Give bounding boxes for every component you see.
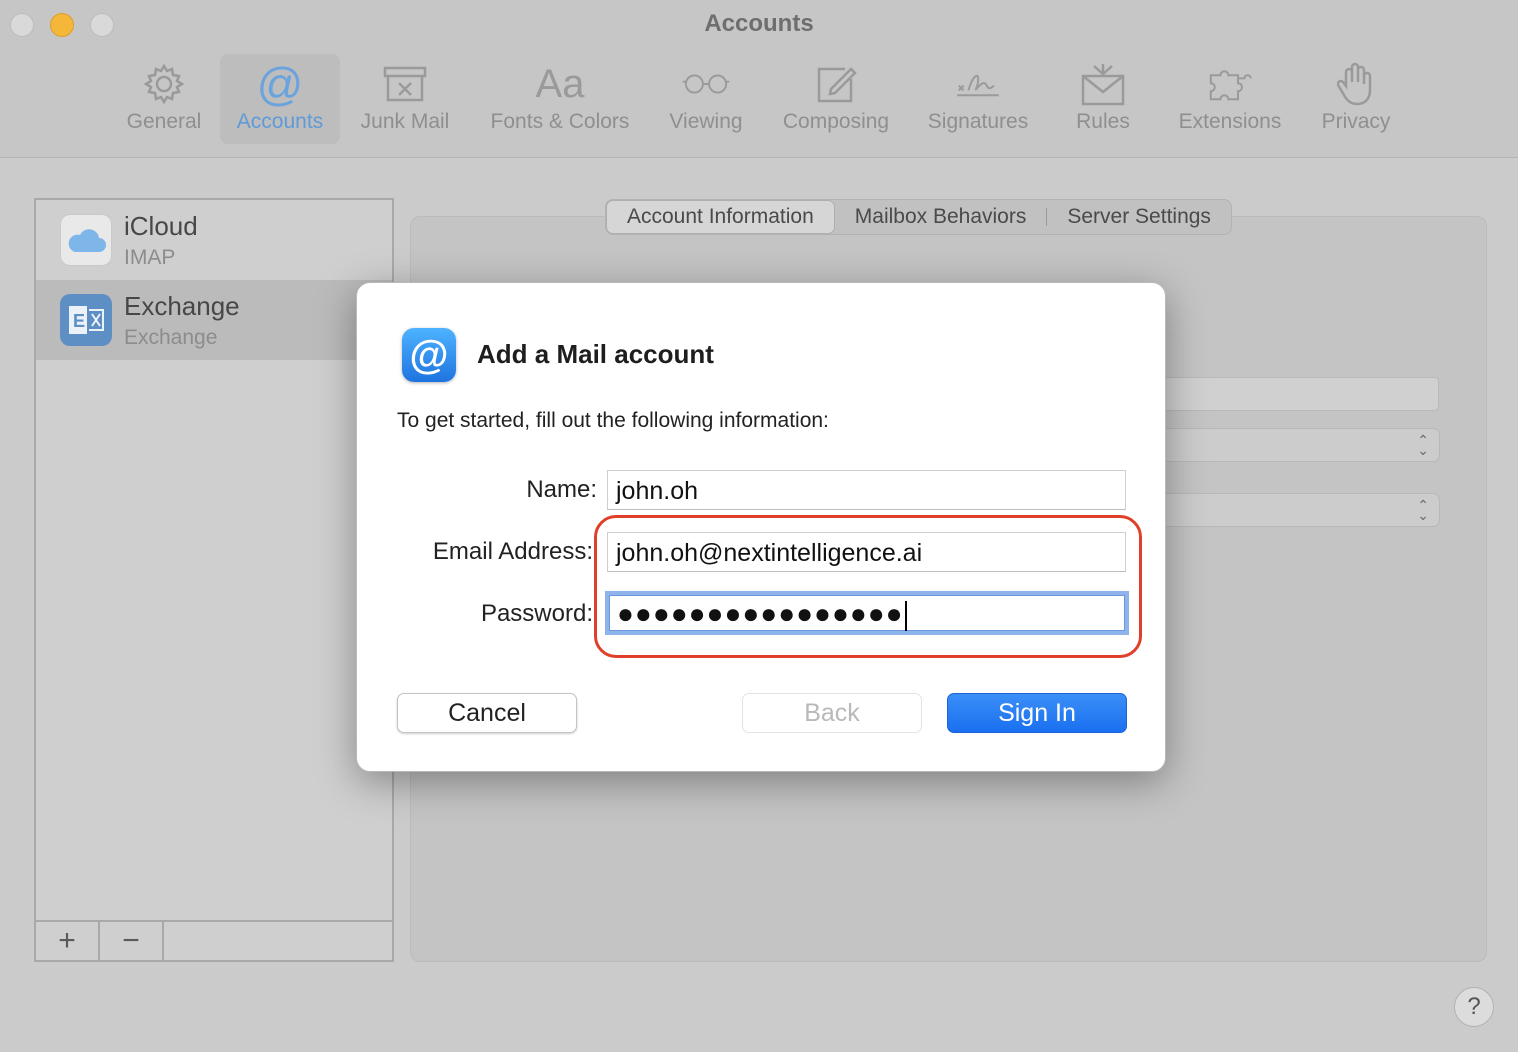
gear-icon [140, 62, 188, 106]
toolbar-privacy[interactable]: Privacy [1300, 54, 1412, 144]
add-mail-account-dialog: @ Add a Mail account To get started, fil… [356, 282, 1166, 772]
mail-at-icon: @ [402, 328, 456, 382]
accounts-list: iCloud IMAP E Exchange Exchange + − [34, 198, 394, 962]
tab-server-settings[interactable]: Server Settings [1047, 200, 1231, 234]
detail-text-field[interactable] [1150, 377, 1439, 411]
puzzle-icon [1206, 62, 1254, 106]
toolbar-label: Fonts & Colors [490, 110, 630, 133]
title-bar: Accounts General @ Accounts Junk Mail Aa… [0, 0, 1518, 158]
toolbar-label: Accounts [236, 110, 324, 133]
toolbar-composing[interactable]: Composing [762, 54, 910, 144]
back-button[interactable]: Back [742, 693, 922, 733]
account-item-icloud[interactable]: iCloud IMAP [36, 200, 392, 280]
toolbar-rules[interactable]: Rules [1046, 54, 1160, 144]
updown-chevron-icon: ⌃ ⌄ [1417, 432, 1429, 458]
tab-account-information[interactable]: Account Information [606, 200, 835, 234]
sidebar-footer: + − [36, 920, 392, 960]
toolbar-label: Rules [1076, 110, 1130, 133]
account-name: iCloud [124, 210, 198, 241]
name-label: Name: [526, 476, 597, 503]
name-field[interactable]: john.oh [607, 470, 1126, 510]
toolbar-label: Privacy [1321, 110, 1391, 133]
sign-in-button[interactable]: Sign In [947, 693, 1127, 733]
font-aa-icon: Aa [535, 61, 585, 106]
junk-tray-icon [381, 62, 429, 106]
account-type: Exchange [124, 325, 218, 349]
signature-icon [954, 62, 1002, 106]
preferences-toolbar: General @ Accounts Junk Mail Aa Fonts & … [108, 54, 1412, 146]
toolbar-viewing[interactable]: Viewing [650, 54, 762, 144]
help-button[interactable]: ? [1454, 987, 1494, 1027]
detail-select[interactable]: ⌃ ⌄ [1150, 428, 1440, 462]
remove-account-button[interactable]: − [100, 922, 164, 960]
toolbar-signatures[interactable]: Signatures [910, 54, 1046, 144]
compose-icon [812, 62, 860, 106]
toolbar-fonts-colors[interactable]: Aa Fonts & Colors [470, 54, 650, 144]
svg-text:E: E [73, 311, 85, 331]
hand-icon [1332, 62, 1380, 106]
exchange-icon: E [60, 294, 112, 346]
toolbar-label: Composing [782, 110, 890, 133]
toolbar-label: Signatures [927, 110, 1029, 133]
dialog-subtitle: To get started, fill out the following i… [397, 409, 829, 432]
toolbar-label: Extensions [1178, 110, 1282, 133]
tab-mailbox-behaviors[interactable]: Mailbox Behaviors [835, 200, 1047, 234]
toolbar-label: Viewing [669, 110, 743, 133]
toolbar-label: General [126, 110, 202, 133]
dialog-title: Add a Mail account [477, 339, 714, 369]
account-tabs: Account Information Mailbox Behaviors Se… [605, 199, 1232, 235]
password-label: Password: [480, 600, 593, 627]
account-type: IMAP [124, 245, 176, 269]
account-item-exchange[interactable]: E Exchange Exchange [36, 280, 392, 360]
detail-select[interactable]: ⌃ ⌄ [1150, 493, 1440, 527]
annotation-highlight [594, 515, 1142, 658]
toolbar-junk-mail[interactable]: Junk Mail [340, 54, 470, 144]
glasses-icon [682, 62, 730, 106]
account-name: Exchange [124, 290, 240, 321]
icloud-icon [60, 214, 112, 266]
at-sign-icon: @ [256, 58, 304, 110]
updown-chevron-icon: ⌃ ⌄ [1417, 497, 1429, 523]
window-title: Accounts [704, 10, 814, 37]
toolbar-general[interactable]: General [108, 54, 220, 144]
email-label: Email Address: [432, 538, 593, 565]
cancel-button[interactable]: Cancel [397, 693, 577, 733]
toolbar-label: Junk Mail [360, 110, 450, 133]
envelope-rules-icon [1079, 62, 1127, 106]
toolbar-extensions[interactable]: Extensions [1160, 54, 1300, 144]
add-account-button[interactable]: + [36, 922, 100, 960]
toolbar-accounts[interactable]: @ Accounts [220, 54, 340, 144]
